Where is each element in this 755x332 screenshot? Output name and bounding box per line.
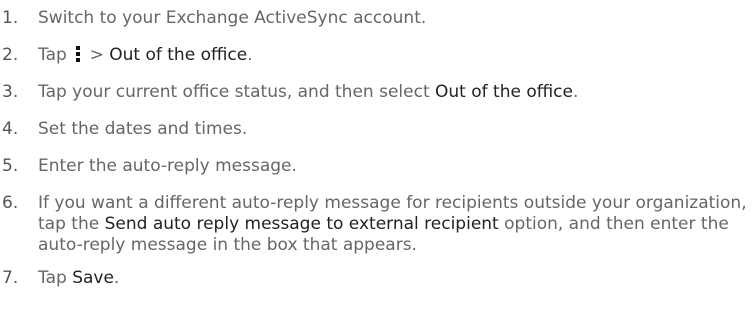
step-number: 6. [2,193,19,213]
more-vertical-icon [76,46,81,62]
step-text: If you want a different auto-reply messa… [27,193,755,256]
instruction-steps: 1. Switch to your Exchange ActiveSync ac… [0,0,755,289]
step-text-before: Tap your current office status, and then… [38,82,436,102]
option-save: Save [72,268,114,288]
step-text: Switch to your Exchange ActiveSync accou… [38,8,427,28]
step-4: 4. Set the dates and times. [0,119,755,140]
step-7: 7. Tap Save. [0,268,755,289]
step-suffix: . [113,268,120,288]
step-text: Tap > Out of the office. [27,45,755,66]
menu-separator: > [89,45,104,65]
step-text: Enter the auto-reply message. [38,156,297,176]
step-text: Tap your current office status, and then… [27,82,755,103]
step-text: Set the dates and times. [38,119,248,139]
step-2: 2. Tap > Out of the office. [0,45,755,66]
step-5: 5. Enter the auto-reply message. [0,156,755,177]
step-suffix: . [572,82,579,102]
step-6: 6. If you want a different auto-reply me… [0,193,755,256]
step-prefix: Tap [38,268,73,288]
option-out-of-office: Out of the office [109,45,248,65]
step-number: 1. [2,8,19,28]
step-number: 5. [2,156,19,176]
step-text: Tap Save. [27,268,755,289]
step-prefix: Tap [38,45,67,65]
step-number: 2. [2,45,19,65]
step-suffix: . [247,45,253,65]
step-number: 7. [2,268,19,288]
step-number: 3. [2,82,19,102]
option-out-of-office: Out of the office [435,82,573,102]
step-1: 1. Switch to your Exchange ActiveSync ac… [0,8,755,29]
option-send-auto-reply-external: Send auto reply message to external reci… [104,214,499,234]
step-number: 4. [2,119,19,139]
step-3: 3. Tap your current office status, and t… [0,82,755,103]
